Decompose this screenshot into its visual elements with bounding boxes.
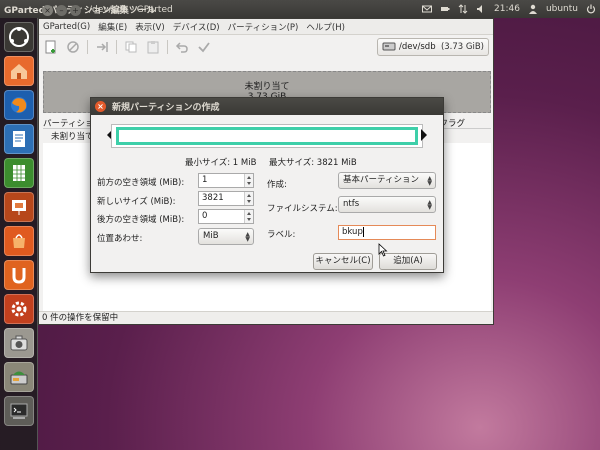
undo-icon[interactable]: [174, 39, 190, 55]
device-size: (3.73 GiB): [440, 42, 484, 52]
calc-icon[interactable]: [4, 158, 34, 188]
create-as-label: 作成:: [267, 180, 287, 190]
text-caret: [362, 226, 364, 237]
chevron-updown-icon: ▲ ▼: [427, 175, 432, 187]
apply-icon[interactable]: [196, 39, 212, 55]
menu-help[interactable]: ヘルプ(H): [306, 21, 345, 33]
create-as-value: 基本パーティション: [343, 175, 419, 185]
partition-label-label: ラベル:: [267, 230, 296, 240]
status-bar: 0 件の操作を保留中: [39, 311, 493, 324]
chevron-updown-icon: ▲ ▼: [245, 231, 250, 243]
gparted-icon[interactable]: [4, 362, 34, 392]
align-select[interactable]: MiB ▲ ▼: [198, 228, 254, 245]
new-size-input[interactable]: 3821: [198, 191, 254, 206]
ubuntu-logo-icon[interactable]: [4, 22, 34, 52]
toolbar: /dev/sdb (3.73 GiB): [39, 35, 493, 59]
filesystem-label: ファイルシステム:: [267, 204, 338, 214]
new-size-spin-icon[interactable]: [244, 192, 253, 205]
ubuntu-one-icon[interactable]: [4, 260, 34, 290]
writer-icon[interactable]: [4, 124, 34, 154]
user-icon: [528, 4, 538, 14]
clock[interactable]: 21:46: [494, 4, 520, 14]
firefox-icon[interactable]: [4, 90, 34, 120]
create-as-select[interactable]: 基本パーティション ▲ ▼: [338, 172, 436, 189]
resize-move-icon[interactable]: [94, 39, 110, 55]
new-size-value: 3821: [202, 193, 224, 203]
free-after-input[interactable]: 0: [198, 209, 254, 224]
toolbar-separator: [167, 40, 168, 54]
user-name[interactable]: ubuntu: [546, 4, 578, 14]
dialog-close-icon[interactable]: ×: [95, 101, 106, 112]
dialog-titlebar: × 新規パーティションの作成: [91, 98, 443, 115]
new-partition-icon[interactable]: [43, 39, 59, 55]
align-value: MiB: [203, 231, 219, 241]
launcher: [0, 18, 38, 450]
terminal-icon[interactable]: [4, 396, 34, 426]
partition-resizer[interactable]: [111, 124, 423, 148]
free-after-value: 0: [202, 211, 208, 221]
paste-icon[interactable]: [145, 39, 161, 55]
free-before-value: 1: [202, 175, 208, 185]
partition-label-input[interactable]: bkup: [338, 225, 436, 240]
menu-edit[interactable]: 編集(E): [98, 21, 127, 33]
disk-icon: [382, 40, 396, 55]
resize-right-handle-icon[interactable]: [421, 129, 427, 141]
device-name: /dev/sdb: [399, 42, 436, 52]
filesystem-select[interactable]: ntfs ▲ ▼: [338, 196, 436, 213]
new-partition-dialog: × 新規パーティションの作成 最小サイズ: 1 MiB 最大サイズ: 3821 …: [90, 97, 444, 273]
align-label: 位置あわせ:: [97, 234, 143, 244]
copy-icon[interactable]: [123, 39, 139, 55]
power-icon[interactable]: [586, 4, 596, 14]
free-after-label: 後方の空き領域 (MiB):: [97, 215, 185, 225]
menu-partition[interactable]: パーティション(P): [228, 21, 299, 33]
menu-view[interactable]: 表示(V): [135, 21, 164, 33]
screenshot-icon[interactable]: [4, 328, 34, 358]
filesystem-value: ntfs: [343, 199, 360, 209]
min-size-text: 最小サイズ: 1 MiB: [185, 158, 257, 168]
cancel-button[interactable]: キャンセル(C): [313, 253, 373, 270]
mouse-cursor-icon: [378, 243, 388, 257]
partition-label-value: bkup: [342, 227, 363, 237]
impress-icon[interactable]: [4, 192, 34, 222]
window-title: /dev/sdb - GParted: [89, 5, 173, 15]
free-after-spin-icon[interactable]: [244, 210, 253, 223]
device-selector[interactable]: /dev/sdb (3.73 GiB): [377, 38, 489, 56]
toolbar-separator: [116, 40, 117, 54]
software-center-icon[interactable]: [4, 226, 34, 256]
menu-gparted[interactable]: GParted(G): [43, 22, 90, 32]
new-size-label: 新しいサイズ (MiB):: [97, 197, 176, 207]
partition-size-bar[interactable]: [116, 127, 418, 145]
free-before-label: 前方の空き領域 (MiB):: [97, 178, 185, 188]
max-size-text: 最大サイズ: 3821 MiB: [269, 158, 357, 168]
dialog-title: 新規パーティションの作成: [112, 103, 220, 113]
home-folder-icon[interactable]: [4, 56, 34, 86]
maximize-window-button[interactable]: +: [70, 4, 81, 16]
menu-device[interactable]: デバイス(D): [173, 21, 220, 33]
minimize-window-button[interactable]: –: [56, 4, 67, 16]
free-before-input[interactable]: 1: [198, 173, 254, 188]
settings-icon[interactable]: [4, 294, 34, 324]
disk-map-label: 未割り当て: [244, 82, 290, 92]
free-before-spin-icon[interactable]: [244, 174, 253, 187]
menubar: GParted(G) 編集(E) 表示(V) デバイス(D) パーティション(P…: [39, 19, 493, 35]
chevron-updown-icon: ▲ ▼: [427, 199, 432, 211]
window-titlebar: × – + /dev/sdb - GParted: [38, 1, 494, 19]
delete-icon[interactable]: [65, 39, 81, 55]
close-window-button[interactable]: ×: [42, 4, 53, 16]
toolbar-separator: [87, 40, 88, 54]
